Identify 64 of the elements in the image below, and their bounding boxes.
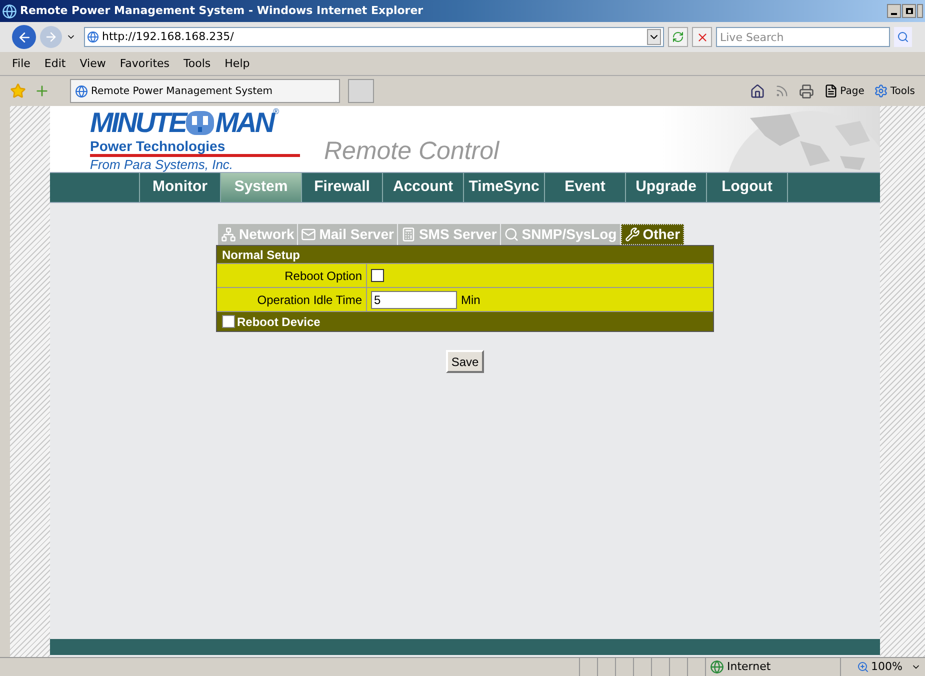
refresh-button[interactable] <box>668 27 688 47</box>
page-icon <box>824 84 838 98</box>
globe-icon <box>710 660 724 674</box>
settings-tab[interactable]: Other <box>620 224 684 245</box>
right-arrow-icon <box>44 30 58 44</box>
nav-tab[interactable]: TimeSync <box>464 173 545 202</box>
home-icon[interactable] <box>750 84 766 98</box>
print-icon[interactable] <box>799 84 814 98</box>
magnifier-icon <box>504 227 519 242</box>
menu-item[interactable]: Help <box>224 56 250 73</box>
address-field[interactable]: http://192.168.168.235/ <box>84 27 664 47</box>
restore-button[interactable] <box>902 4 916 18</box>
unit-label: Min <box>461 292 480 309</box>
section-header: Normal Setup <box>221 246 302 263</box>
menu-item[interactable]: Edit <box>44 56 66 73</box>
reboot-checkbox[interactable] <box>371 269 384 282</box>
back-button[interactable] <box>12 25 36 49</box>
gear-icon <box>874 84 888 98</box>
stop-button[interactable] <box>692 27 712 47</box>
zoom-control[interactable]: 100% <box>855 658 925 676</box>
field-label: Operation Idle Time <box>217 288 367 311</box>
menu-item[interactable]: Favorites <box>120 56 170 73</box>
page-subtitle: Remote Control <box>324 136 500 166</box>
favorites-star-icon[interactable] <box>10 83 26 99</box>
feed-icon[interactable] <box>775 84 790 98</box>
nav-tab[interactable]: Logout <box>707 173 788 202</box>
globe-icon <box>87 31 99 43</box>
minimize-button[interactable] <box>887 4 901 18</box>
logo-company: From Para Systems, Inc. <box>90 157 234 172</box>
page-menu[interactable]: Page <box>824 84 864 98</box>
envelope-icon <box>301 227 316 242</box>
save-button[interactable]: Save <box>446 350 484 373</box>
field-label: Reboot Option <box>217 264 367 287</box>
browser-logo-icon <box>2 4 17 18</box>
logo-wordmark: MAN <box>215 108 274 138</box>
search-field[interactable]: Live Search <box>716 27 890 47</box>
globe-icon <box>75 84 88 98</box>
window-title: Remote Power Management System - Windows Internet Explorer <box>20 2 424 19</box>
refresh-icon <box>672 31 684 43</box>
wrench-icon <box>624 227 640 242</box>
outlet-icon <box>185 110 216 136</box>
zone-indicator: Internet <box>706 658 841 676</box>
browser-tab[interactable]: Remote Power Management System <box>70 79 340 103</box>
add-favorite-icon[interactable] <box>34 83 50 99</box>
reboot-device-label: Reboot Device <box>237 314 320 330</box>
reboot-device-checkbox[interactable] <box>222 315 235 328</box>
search-button[interactable] <box>894 27 912 47</box>
tools-menu[interactable]: Tools <box>874 84 915 98</box>
nav-tab[interactable]: Event <box>545 173 626 202</box>
nav-tab[interactable]: Account <box>383 173 464 202</box>
logo-wordmark: MINUTE <box>90 108 186 138</box>
network-icon <box>221 227 236 242</box>
menu-item[interactable]: Tools <box>184 56 211 73</box>
dropdown-icon <box>647 29 661 45</box>
nav-tab[interactable]: Firewall <box>302 173 383 202</box>
nav-tab[interactable]: Upgrade <box>626 173 707 202</box>
search-icon <box>897 31 909 43</box>
registered-mark: ® <box>273 108 279 116</box>
menu-item[interactable]: View <box>80 56 106 73</box>
close-x-icon <box>696 30 708 44</box>
menu-item[interactable]: File <box>12 56 30 73</box>
zoom-icon <box>857 661 869 673</box>
logo-tagline: Power Technologies <box>90 138 300 157</box>
idle-time-field[interactable]: 5 <box>371 290 457 308</box>
